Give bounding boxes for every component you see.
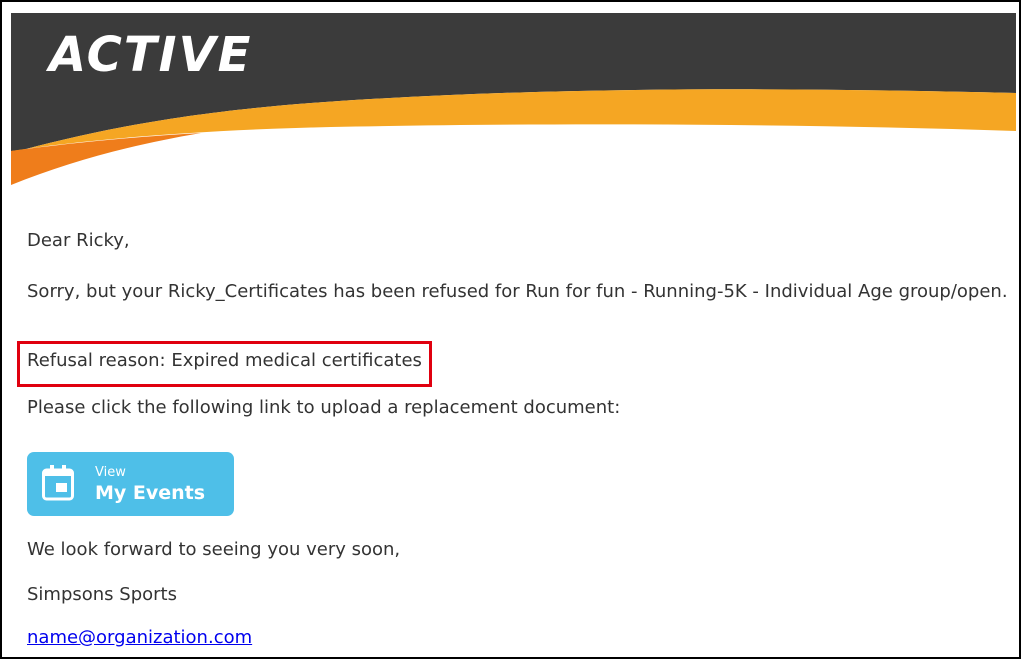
button-small-label: View (95, 465, 126, 480)
signature: Simpsons Sports (27, 584, 177, 605)
upload-instruction: Please click the following link to uploa… (27, 397, 621, 418)
closing-line: We look forward to seeing you very soon, (27, 539, 401, 560)
refusal-reason-highlight: Refusal reason: Expired medical certific… (17, 341, 432, 387)
email-frame: ACTIVE Dear Ricky, Sorry, but your Ricky… (0, 0, 1021, 659)
refusal-reason: Refusal reason: Expired medical certific… (27, 350, 422, 371)
refusal-message: Sorry, but your Ricky_Certificates has b… (27, 281, 1008, 302)
contact-email-link[interactable]: name@organization.com (27, 624, 252, 652)
calendar-icon (42, 465, 74, 501)
header-banner: ACTIVE (11, 13, 1016, 189)
greeting: Dear Ricky, (27, 230, 130, 251)
view-my-events-button[interactable]: View My Events (27, 452, 234, 516)
button-main-label: My Events (95, 482, 206, 504)
active-logo: ACTIVE (49, 27, 253, 83)
